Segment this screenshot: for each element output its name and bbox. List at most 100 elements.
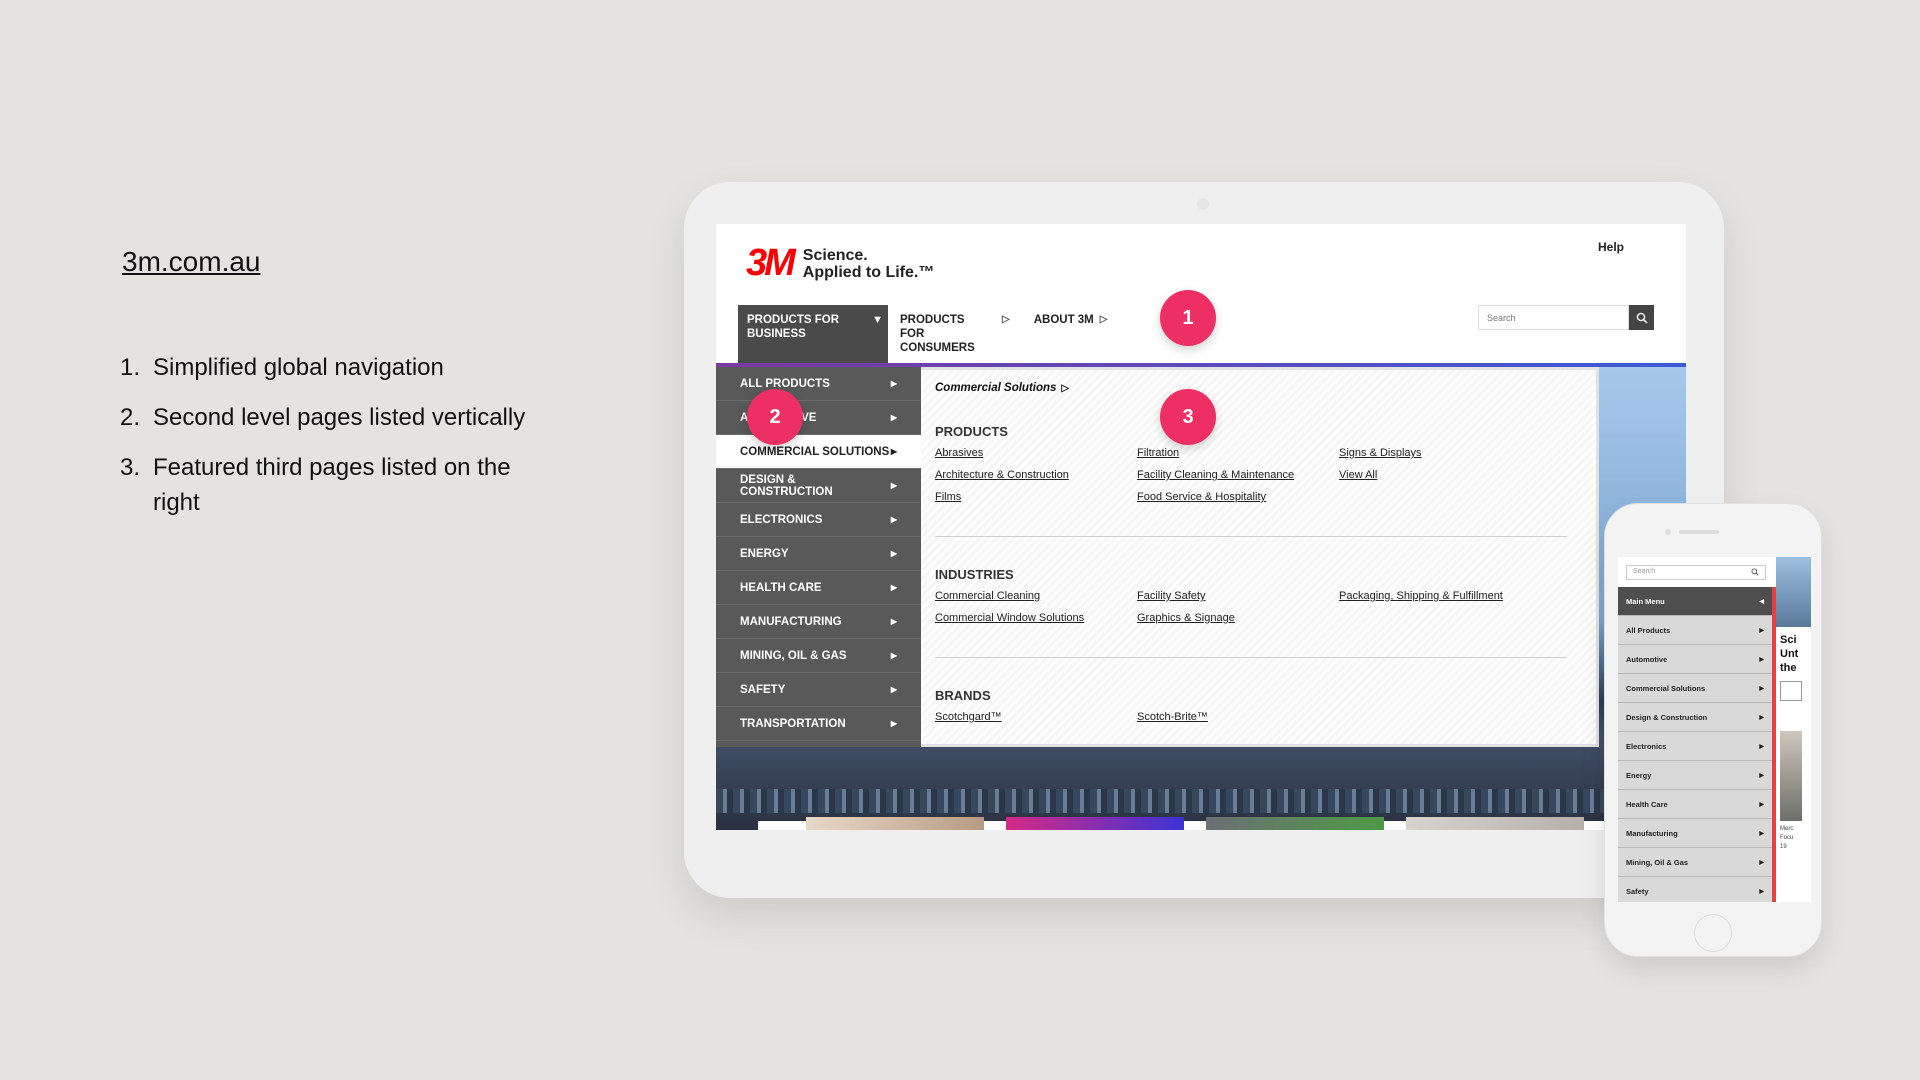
link-food-service[interactable]: Food Service & Hospitality [1137, 489, 1339, 506]
search-input[interactable] [1478, 305, 1630, 330]
tablet-camera [1197, 198, 1209, 210]
triangle-right-icon: ▷ [1002, 314, 1010, 325]
phone-headline: Sci Unt the [1780, 634, 1799, 674]
site-link[interactable]: 3m.com.au [122, 246, 261, 278]
phone-menu-item[interactable]: Safety ▶ [1618, 877, 1772, 902]
phone-card-text: Merc Focu 19 [1780, 826, 1794, 850]
menu-item-mining-oil-gas[interactable]: MINING, OIL & GAS ▶ [716, 639, 921, 673]
phone-search-input[interactable]: Search [1626, 565, 1766, 580]
menu-item-transportation[interactable]: TRANSPORTATION ▶ [716, 707, 921, 741]
link-facility-cleaning[interactable]: Facility Cleaning & Maintenance [1137, 467, 1339, 484]
phone-menu-item[interactable]: Design & Construction ▶ [1618, 703, 1772, 732]
triangle-right-icon: ▷ [1099, 314, 1108, 325]
link-facility-safety[interactable]: Facility Safety [1137, 588, 1339, 605]
arrow-right-icon: ▶ [1759, 859, 1764, 866]
phone-screen: Search Main Menu ◀ All Products ▶ Automoti… [1618, 557, 1811, 902]
phone-menu-item[interactable]: Electronics ▶ [1618, 732, 1772, 761]
thumb-image[interactable] [1406, 817, 1584, 830]
phone-speaker [1679, 530, 1719, 534]
arrow-right-icon: ▶ [1759, 801, 1764, 808]
arrow-right-icon: ▶ [1759, 888, 1764, 895]
menu-item-commercial-solutions[interactable]: COMMERCIAL SOLUTIONS ▶ [716, 435, 921, 469]
arrow-right-icon: ▶ [1759, 714, 1764, 721]
link-signs-displays[interactable]: Signs & Displays [1339, 445, 1539, 462]
link-packaging-shipping[interactable]: Packaging, Shipping & Fulfillment [1339, 588, 1539, 605]
menu-item-electronics[interactable]: ELECTRONICS ▶ [716, 503, 921, 537]
callout-badge-2: 2 [747, 389, 803, 445]
third-level-panel: Commercial Solutions ▷ PRODUCTS Abrasives… [921, 367, 1599, 747]
note-item: 3. Featured third pages listed on the rig… [120, 454, 511, 516]
callout-badge-1: 1 [1160, 290, 1216, 346]
arrow-right-icon: ▶ [890, 549, 897, 558]
link-scotch-brite[interactable]: Scotch-Brite™ [1137, 709, 1339, 726]
arrow-right-icon: ▶ [1759, 772, 1764, 779]
link-filtration[interactable]: Filtration [1137, 445, 1339, 462]
logo-mark: 3M [746, 242, 796, 284]
menu-item-energy[interactable]: ENERGY ▶ [716, 537, 921, 571]
link-abrasives[interactable]: Abrasives [935, 445, 1137, 462]
thumb-image[interactable] [806, 817, 984, 830]
menu-item-health-care[interactable]: HEALTH CARE ▶ [716, 571, 921, 605]
products-heading: PRODUCTS [935, 424, 1008, 439]
arrow-right-icon: ▶ [890, 583, 897, 592]
industries-heading: INDUSTRIES [935, 567, 1014, 582]
arrow-right-icon: ▶ [890, 685, 897, 694]
phone-main-menu[interactable]: Main Menu ◀ [1618, 587, 1772, 616]
thumb-image[interactable] [1206, 817, 1384, 830]
3m-logo[interactable]: 3M Science. Applied to Life.™ [746, 242, 934, 285]
arrow-right-icon: ▶ [890, 481, 897, 490]
arrow-right-icon: ▶ [890, 719, 897, 728]
search-bar [1478, 305, 1654, 330]
link-scotchgard[interactable]: Scotchgard™ [935, 709, 1137, 726]
phone-menu-item[interactable]: Mining, Oil & Gas ▶ [1618, 848, 1772, 877]
help-link[interactable]: Help [1598, 240, 1624, 254]
arrow-right-icon: ▶ [1759, 685, 1764, 692]
logo-tagline: Science. Applied to Life.™ [802, 246, 935, 281]
search-icon [1751, 568, 1759, 576]
arrow-right-icon: ▶ [890, 617, 897, 626]
arrow-right-icon: ▶ [890, 515, 897, 524]
phone-hero-image [1776, 557, 1811, 627]
link-graphics-signage[interactable]: Graphics & Signage [1137, 610, 1339, 627]
link-view-all[interactable]: View All [1339, 467, 1539, 484]
link-commercial-cleaning[interactable]: Commercial Cleaning [935, 588, 1137, 605]
feature-notes: 1. Simplified global navigation 2. Second … [120, 350, 540, 535]
note-item: 2. Second level pages listed vertically [120, 404, 526, 431]
link-architecture-construction[interactable]: Architecture & Construction [935, 467, 1137, 484]
search-button[interactable] [1629, 305, 1654, 330]
arrow-right-icon: ▶ [890, 379, 897, 388]
phone-menu-item[interactable]: Commercial Solutions ▶ [1618, 674, 1772, 703]
phone-menu-item[interactable]: All Products ▶ [1618, 616, 1772, 645]
global-nav: PRODUCTS FOR BUSINESS ▼ PRODUCTS FOR CON… [738, 305, 1119, 363]
arrow-right-icon: ▶ [890, 447, 897, 456]
products-grid: Abrasives Filtration Signs & Displays Ar… [935, 445, 1582, 506]
panel-breadcrumb[interactable]: Commercial Solutions ▷ [935, 382, 1582, 394]
phone-content-peek: Sci Unt the Merc Focu 19 [1776, 557, 1811, 902]
phone-menu-item[interactable]: Energy ▶ [1618, 761, 1772, 790]
menu-item-manufacturing[interactable]: MANUFACTURING ▶ [716, 605, 921, 639]
nav-products-consumers[interactable]: PRODUCTS FOR CONSUMERS ▷ [888, 305, 1022, 363]
phone-button[interactable] [1780, 681, 1802, 701]
arrow-right-icon: ▶ [890, 413, 897, 422]
link-films[interactable]: Films [935, 489, 1137, 506]
phone-menu-item[interactable]: Manufacturing ▶ [1618, 819, 1772, 848]
callout-badge-3: 3 [1160, 389, 1216, 445]
nav-about[interactable]: ABOUT 3M ▷ [1022, 305, 1120, 363]
phone-menu-item[interactable]: Automotive ▶ [1618, 645, 1772, 674]
phone-menu-item[interactable]: Health Care ▶ [1618, 790, 1772, 819]
arrow-left-icon: ◀ [1759, 598, 1764, 605]
tablet-device: 3M Science. Applied to Life.™ Help PRODUC… [684, 182, 1724, 898]
brands-grid: Scotchgard™ Scotch-Brite™ [935, 709, 1582, 726]
thumb-image[interactable] [1006, 817, 1184, 830]
phone-home-button[interactable] [1694, 914, 1732, 952]
link-commercial-window[interactable]: Commercial Window Solutions [935, 610, 1137, 627]
menu-item-all-products[interactable]: ALL PRODUCTS ▶ [716, 367, 921, 401]
industries-grid: Commercial Cleaning Facility Safety Pack… [935, 588, 1582, 627]
second-level-menu: ALL PRODUCTS▶ AUTOMOTIVE▶ COMMERCIAL SOL… [716, 367, 921, 747]
phone-card-image [1780, 731, 1802, 821]
nav-products-business[interactable]: PRODUCTS FOR BUSINESS ▼ [738, 305, 888, 363]
menu-item-safety[interactable]: SAFETY ▶ [716, 673, 921, 707]
note-item: 1. Simplified global navigation [120, 354, 444, 381]
arrow-right-icon: ▶ [1759, 830, 1764, 837]
menu-item-design-construction[interactable]: DESIGN & CONSTRUCTION ▶ [716, 469, 921, 503]
